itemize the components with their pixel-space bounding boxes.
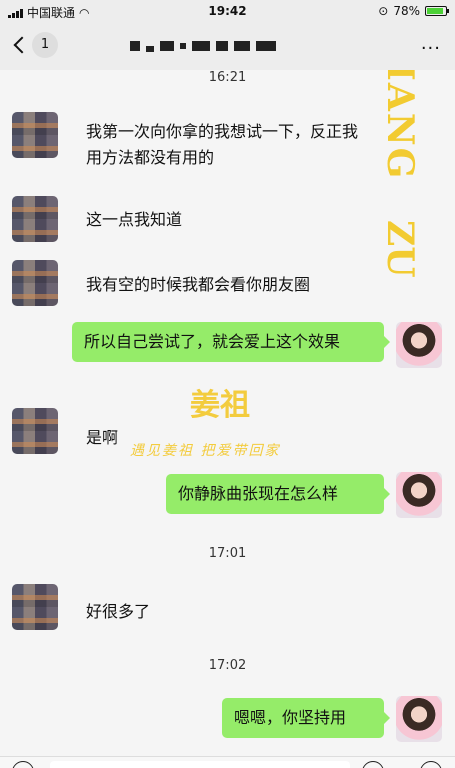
- message-bubble-incoming[interactable]: 这一点我知道: [74, 200, 274, 240]
- my-avatar[interactable]: [396, 696, 442, 742]
- battery-percent: 78%: [393, 4, 420, 18]
- contact-avatar[interactable]: [12, 408, 58, 454]
- input-bar: [0, 756, 455, 768]
- emoji-icon[interactable]: [362, 761, 384, 768]
- watermark-brand-cn: 姜祖: [190, 388, 250, 423]
- unread-count-badge: 1: [32, 32, 58, 58]
- timestamp: 17:01: [208, 546, 247, 561]
- my-avatar[interactable]: [396, 472, 442, 518]
- status-bar: 中国联通 ◠ 19:42 ⊙ 78%: [0, 0, 455, 24]
- timestamp: 17:02: [208, 658, 247, 673]
- message-bubble-incoming[interactable]: 我有空的时候我都会看你朋友圈: [74, 265, 374, 305]
- timestamp: 16:21: [208, 70, 247, 85]
- message-bubble-outgoing[interactable]: 嗯嗯，你坚持用: [222, 698, 390, 738]
- chat-area[interactable]: IANG ZU 姜祖 遇见姜祖 把爱带回家 16:21 我第一次向你拿的我想试一…: [0, 70, 455, 762]
- message-bubble-outgoing[interactable]: 你静脉曲张现在怎么样: [166, 474, 390, 514]
- rotation-lock-icon: ⊙: [378, 4, 389, 18]
- contact-avatar[interactable]: [12, 112, 58, 158]
- voice-input-icon[interactable]: [12, 761, 34, 768]
- back-button[interactable]: 1: [10, 32, 58, 58]
- message-input[interactable]: [50, 761, 350, 768]
- chevron-left-icon: [13, 36, 31, 54]
- contact-avatar[interactable]: [12, 260, 58, 306]
- message-bubble-incoming[interactable]: 是啊: [74, 418, 154, 458]
- contact-avatar[interactable]: [12, 584, 58, 630]
- watermark-brand-bottom: ZU: [379, 220, 421, 278]
- status-right: ⊙ 78%: [378, 4, 449, 18]
- more-options-button[interactable]: ···: [421, 38, 441, 59]
- message-bubble-outgoing[interactable]: 所以自己尝试了，就会爱上这个效果: [72, 322, 390, 362]
- chat-header: 1 ···: [0, 24, 455, 70]
- plus-icon[interactable]: [420, 761, 442, 768]
- message-bubble-incoming[interactable]: 我第一次向你拿的我想试一下，反正我用方法都没有用的: [74, 112, 384, 178]
- my-avatar[interactable]: [396, 322, 442, 368]
- battery-icon: [425, 6, 449, 16]
- message-bubble-incoming[interactable]: 好很多了: [74, 592, 194, 632]
- contact-name-redacted: [130, 38, 320, 54]
- contact-avatar[interactable]: [12, 196, 58, 242]
- watermark-brand-top: IANG: [379, 70, 421, 181]
- battery-fill: [427, 8, 443, 14]
